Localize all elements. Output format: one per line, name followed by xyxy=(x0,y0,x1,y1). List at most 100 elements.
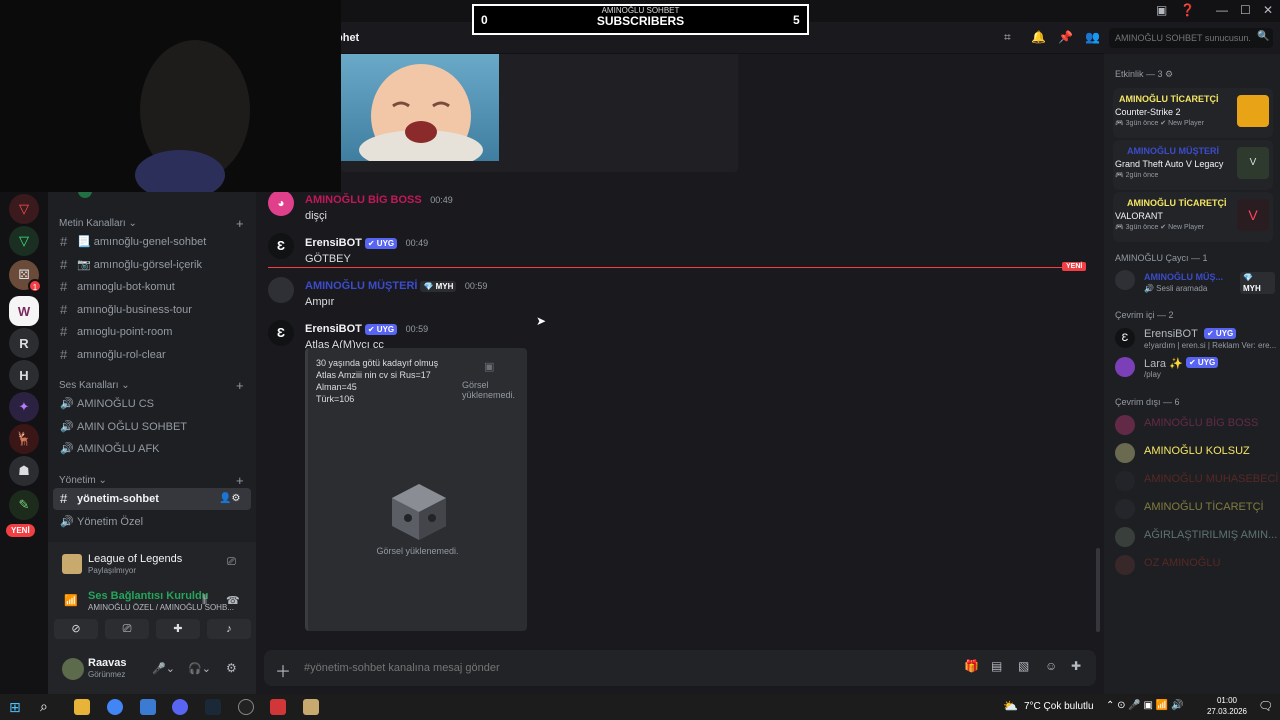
activity-card[interactable]: AMINOĞLU MÜŞTERİ Grand Theft Auto V Lega… xyxy=(1113,140,1273,190)
image-attachment[interactable] xyxy=(341,54,499,161)
apps-icon[interactable]: ✚ xyxy=(1071,659,1081,673)
emoji-icon[interactable]: ☺ xyxy=(1045,659,1057,673)
member-item[interactable]: OZ AMINOĞLU xyxy=(1115,553,1275,575)
attach-plus-icon[interactable]: ＋ xyxy=(275,658,291,682)
mic-icon[interactable]: 🎤⌄ xyxy=(152,662,175,675)
bell-icon[interactable]: 🔔 xyxy=(1031,30,1046,44)
activities-button[interactable]: ✚ xyxy=(156,619,200,639)
discord-icon[interactable] xyxy=(172,699,188,715)
avatar[interactable] xyxy=(268,277,294,303)
chat-area: bhet ⌗ 🔔 📌 👥 ◕ AMINOĞLU BİG BOSS 00:49 d… xyxy=(256,22,1104,694)
sticker-icon[interactable]: ▧ xyxy=(1018,659,1029,673)
search-icon[interactable]: ⌕ xyxy=(40,698,48,715)
add-channel-icon[interactable]: + xyxy=(236,378,244,393)
activity-card[interactable]: AMINOĞLU TİCARETÇİ VALORANT 🎮 3gün önce … xyxy=(1113,192,1273,242)
search-box[interactable]: 🔍 xyxy=(1109,28,1273,48)
riot-icon[interactable] xyxy=(270,699,286,715)
speaker-icon: 🔊 xyxy=(60,421,74,433)
pin-icon[interactable]: 📌 xyxy=(1058,30,1073,44)
inbox-icon[interactable]: ▣ xyxy=(1156,3,1167,17)
member-item[interactable]: AMINOĞLU BİG BOSS xyxy=(1115,413,1275,435)
gif-icon[interactable]: ▤ xyxy=(991,659,1002,673)
noise-suppression-icon[interactable]: ⫼ xyxy=(202,594,207,607)
member-item[interactable]: Ɛ ErensiBOT ✔ UYG e!yardım | eren.si | R… xyxy=(1115,326,1276,350)
activity-card[interactable]: AMINOĞLU TİCARETÇİ Counter-Strike 2 🎮 3g… xyxy=(1113,88,1273,138)
category-text-channels[interactable]: Metin Kanalları ⌄ + xyxy=(59,216,244,231)
steam-icon[interactable] xyxy=(205,699,221,715)
soundboard-button[interactable]: ♪ xyxy=(207,619,251,639)
hash-icon: # xyxy=(60,257,68,272)
member-item[interactable]: AMINOĞLU MUHASEBECİ xyxy=(1115,469,1278,491)
message-input[interactable] xyxy=(304,658,904,678)
member-item[interactable]: AMINOĞLU TİCARETÇİ xyxy=(1115,497,1275,519)
server-icon[interactable]: 🦌 xyxy=(9,424,39,454)
channel-text[interactable]: # 📷 amınoğlu-görsel-içerik xyxy=(53,254,251,276)
start-button[interactable]: ⊞ xyxy=(9,699,21,716)
message-author[interactable]: ErensiBOT xyxy=(305,237,362,249)
channel-text[interactable]: # amıoglu-point-room xyxy=(53,321,251,343)
channel-text[interactable]: # amınoglu-bot-komut xyxy=(53,276,251,298)
channel-text[interactable]: # amınoğlu-rol-clear xyxy=(53,344,251,366)
server-icon[interactable]: H xyxy=(9,360,39,390)
server-icon[interactable]: ▽ xyxy=(9,194,39,224)
clock-time[interactable]: 01:00 xyxy=(1205,696,1249,705)
member-item[interactable]: AMINOĞLU MÜŞ... 💎 MYH 🔊 Sesli aramada xyxy=(1115,268,1275,294)
channel-text[interactable]: # amınoğlu-business-tour xyxy=(53,299,251,321)
scrollbar-thumb[interactable] xyxy=(1096,548,1100,632)
server-icon[interactable]: ✦ xyxy=(9,392,39,422)
obs-icon[interactable] xyxy=(238,699,254,715)
hash-icon: # xyxy=(60,347,68,362)
maximize-button[interactable]: ☐ xyxy=(1240,3,1251,17)
message-author[interactable]: ErensiBOT xyxy=(305,323,362,335)
camera-toggle-button[interactable]: ⊘ xyxy=(54,619,98,639)
server-icon[interactable]: ▽ xyxy=(9,226,39,256)
add-channel-icon[interactable]: + xyxy=(236,216,244,231)
help-icon[interactable]: ❓ xyxy=(1180,3,1195,17)
league-icon[interactable] xyxy=(303,699,319,715)
minimize-button[interactable]: — xyxy=(1216,3,1228,17)
disconnect-icon[interactable]: ☎ xyxy=(226,594,240,607)
member-item[interactable]: AĞIRLAŞTIRILMIŞ AMIN... xyxy=(1115,525,1277,547)
avatar[interactable] xyxy=(62,658,84,680)
member-item[interactable]: Lara ✨ ✔ UYG /play xyxy=(1115,355,1275,379)
server-icon[interactable]: W xyxy=(9,296,39,326)
add-channel-icon[interactable]: + xyxy=(236,473,244,488)
file-explorer-icon[interactable] xyxy=(74,699,90,715)
close-button[interactable]: ✕ xyxy=(1263,3,1273,17)
channel-yonetim-sohbet[interactable]: # yönetim-sohbet 👤⚙ xyxy=(53,488,251,510)
clock-date[interactable]: 27.03.2026 xyxy=(1201,707,1253,716)
avatar[interactable]: Ɛ xyxy=(268,320,294,346)
search-input[interactable] xyxy=(1115,30,1251,46)
category-admin[interactable]: Yönetim ⌄ + xyxy=(59,473,244,488)
voice-channel-detail[interactable]: AMINOĞLU ÖZEL / AMINOĞLU SOHB... xyxy=(88,603,234,612)
settings-icon[interactable]: ⚙ xyxy=(226,661,237,675)
category-voice-channels[interactable]: Ses Kanalları ⌄ + xyxy=(59,378,244,393)
screen-share-icon[interactable]: ⎚ xyxy=(227,556,236,569)
member-item[interactable]: AMINOĞLU KOLSUZ xyxy=(1115,441,1275,463)
channel-voice[interactable]: 🔊 AMINOĞLU AFK xyxy=(53,438,251,460)
avatar[interactable]: ◕ xyxy=(268,190,294,216)
members-icon[interactable]: 👥 xyxy=(1085,30,1100,44)
gift-icon[interactable]: 🎁 xyxy=(964,659,979,673)
mention-badge: 1 xyxy=(28,279,42,293)
notification-icon[interactable]: 🗨 xyxy=(1258,699,1273,713)
message-author[interactable]: AMINOĞLU MÜŞTERİ xyxy=(305,280,417,292)
channel-text[interactable]: # 📃 amınoğlu-genel-sohbet xyxy=(53,231,251,253)
invite-icon[interactable]: 👤⚙ xyxy=(219,488,240,510)
message-author[interactable]: AMINOĞLU BİG BOSS xyxy=(305,194,422,206)
overlay-count-right: 5 xyxy=(793,13,800,27)
channel-voice[interactable]: 🔊 AMIN OĞLU SOHBET xyxy=(53,416,251,438)
server-icon[interactable]: ☗ xyxy=(9,456,39,486)
tray-icons[interactable]: ⌃ ⊙ 🎤 ▣ 📶 🔊 xyxy=(1106,700,1183,711)
headset-icon[interactable]: 🎧⌄ xyxy=(188,662,211,675)
chrome-icon[interactable] xyxy=(107,699,123,715)
channel-voice[interactable]: 🔊 AMINOĞLU CS xyxy=(53,393,251,415)
server-icon[interactable]: R xyxy=(9,328,39,358)
screen-share-button[interactable]: ⎚ xyxy=(105,619,149,639)
channel-voice[interactable]: 🔊 Yönetim Özel xyxy=(53,511,251,533)
server-icon[interactable]: ✎ xyxy=(9,490,39,520)
app-icon[interactable] xyxy=(140,699,156,715)
avatar[interactable]: Ɛ xyxy=(268,233,294,259)
weather-text[interactable]: 7°C Çok bulutlu xyxy=(1024,701,1094,712)
threads-icon[interactable]: ⌗ xyxy=(1004,30,1011,45)
